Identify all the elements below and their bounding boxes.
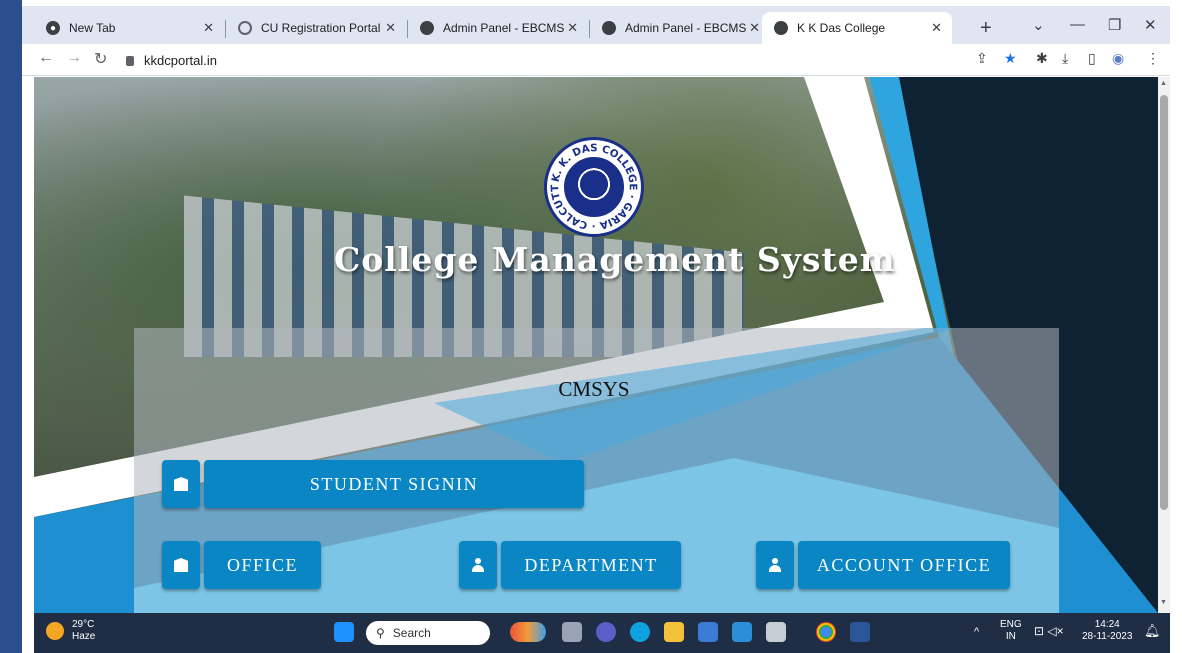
menu-icon[interactable]: ⋮: [1146, 50, 1160, 67]
windows-start-icon[interactable]: [334, 622, 354, 642]
taskbar-search[interactable]: ⚲ Search: [366, 621, 490, 645]
download-icon[interactable]: ⤓: [1062, 50, 1068, 67]
tab-label: Admin Panel - EBCMS: [443, 21, 565, 35]
tab-label: New Tab: [69, 21, 116, 35]
store-icon[interactable]: [698, 622, 718, 642]
tab-cu-registration[interactable]: CU Registration Portal ✕: [226, 12, 406, 44]
widgets-icon[interactable]: [510, 622, 546, 642]
file-explorer-icon[interactable]: [664, 622, 684, 642]
minimize-button[interactable]: —: [1070, 16, 1085, 33]
page-title: College Management System: [334, 240, 896, 279]
tab-label: K K Das College: [797, 21, 886, 35]
close-window-button[interactable]: ✕: [1144, 16, 1157, 34]
tab-label: Admin Panel - EBCMS: [625, 21, 747, 35]
student-signin-button[interactable]: STUDENT SIGNIN: [162, 460, 584, 508]
forward-icon[interactable]: →: [66, 49, 82, 67]
tab-kk-das-college[interactable]: K K Das College ✕: [762, 12, 952, 44]
search-placeholder: Search: [392, 626, 431, 640]
globe-icon: [420, 21, 434, 35]
tab-admin-panel-2[interactable]: Admin Panel - EBCMS ✕: [590, 12, 770, 44]
graduation-cap-icon: [162, 460, 200, 508]
chrome-taskbar-icon[interactable]: [816, 622, 836, 642]
office-button[interactable]: OFFICE: [162, 541, 321, 589]
person-icon: [459, 541, 497, 589]
tab-new-tab[interactable]: ● New Tab ✕: [34, 12, 224, 44]
svg-text:K. K. DAS COLLEGE · GARIA · CA: K. K. DAS COLLEGE · GARIA · CALCUTTA: [547, 140, 639, 232]
college-logo: K. K. DAS COLLEGE · GARIA · CALCUTTA: [544, 137, 644, 237]
department-button[interactable]: DEPARTMENT: [459, 541, 681, 589]
language-indicator[interactable]: ENG IN: [1000, 619, 1022, 643]
tab-search-icon[interactable]: ⌄: [1032, 16, 1045, 34]
screen: ● New Tab ✕ CU Registration Portal ✕ Adm…: [0, 0, 1182, 653]
url-text: kkdcportal.in: [144, 52, 217, 68]
scroll-up-icon[interactable]: ▲: [1160, 80, 1167, 87]
word-icon[interactable]: [850, 622, 870, 642]
mail-icon[interactable]: [732, 622, 752, 642]
page-content: K. K. DAS COLLEGE · GARIA · CALCUTTA Col…: [34, 77, 1158, 613]
tab-label: CU Registration Portal: [261, 21, 381, 35]
reload-icon[interactable]: ↻: [94, 49, 107, 69]
weather-temp: 29°C: [72, 619, 95, 630]
lock-icon: [126, 56, 134, 66]
notification-bell-icon[interactable]: 🔔︎: [1144, 624, 1161, 637]
tray-expand-icon[interactable]: ^: [974, 626, 979, 638]
globe-icon: [602, 21, 616, 35]
side-panel-icon[interactable]: ▯: [1088, 50, 1096, 67]
weather-widget[interactable]: 29°C Haze: [46, 619, 95, 643]
close-icon[interactable]: ✕: [203, 20, 214, 36]
portal-icon: [238, 21, 252, 35]
network-app-icon[interactable]: [766, 622, 786, 642]
department-label: DEPARTMENT: [501, 541, 681, 589]
tab-admin-panel-1[interactable]: Admin Panel - EBCMS ✕: [408, 12, 588, 44]
network-volume-icon[interactable]: ⊡ ◁×: [1034, 625, 1064, 637]
close-icon[interactable]: ✕: [749, 20, 760, 36]
weather-desc: Haze: [72, 631, 96, 642]
graduation-cap-icon: [162, 541, 200, 589]
scroll-down-icon[interactable]: ▼: [1160, 599, 1167, 606]
browser-toolbar: ← → ↻ kkdcportal.in ⇪ ★ ✱ ⤓ ▯ ◉ ⋮: [22, 44, 1170, 76]
account-office-label: ACCOUNT OFFICE: [798, 541, 1010, 589]
profile-avatar[interactable]: ◉: [1112, 50, 1124, 67]
weather-haze-icon: [46, 622, 64, 640]
address-bar[interactable]: kkdcportal.in: [126, 47, 966, 73]
share-icon[interactable]: ⇪: [976, 50, 988, 67]
teams-chat-icon[interactable]: [596, 622, 616, 642]
tab-strip: ● New Tab ✕ CU Registration Portal ✕ Adm…: [22, 6, 1170, 44]
windows-taskbar: 29°C Haze ⚲ Search ^ ENG IN ⊡ ◁× 14:24 2…: [34, 613, 1170, 653]
lang-top: ENG: [1000, 619, 1022, 630]
clock-time: 14:24: [1094, 619, 1120, 630]
back-icon[interactable]: ←: [38, 49, 54, 67]
restore-button[interactable]: ❐: [1108, 16, 1121, 34]
edge-browser-icon[interactable]: [630, 622, 650, 642]
extensions-icon[interactable]: ✱: [1036, 50, 1048, 67]
close-icon[interactable]: ✕: [931, 20, 942, 36]
person-icon: [756, 541, 794, 589]
clock[interactable]: 14:24 28-11-2023: [1082, 619, 1132, 643]
logo-seal: K. K. DAS COLLEGE · GARIA · CALCUTTA: [547, 140, 639, 232]
office-label: OFFICE: [204, 541, 321, 589]
lang-bottom: IN: [1005, 631, 1016, 642]
system-subtitle: CMSYS: [558, 377, 630, 401]
page-scrollbar[interactable]: ▲ ▼: [1158, 77, 1170, 613]
student-signin-label: STUDENT SIGNIN: [204, 460, 584, 508]
new-tab-button[interactable]: +: [980, 18, 992, 38]
close-icon[interactable]: ✕: [567, 20, 578, 36]
chrome-icon: ●: [46, 21, 60, 35]
clock-date: 28-11-2023: [1082, 631, 1133, 642]
close-icon[interactable]: ✕: [385, 20, 396, 36]
globe-icon: [774, 21, 788, 35]
account-office-button[interactable]: ACCOUNT OFFICE: [756, 541, 1010, 589]
desktop-edge: [0, 0, 22, 653]
task-view-icon[interactable]: [562, 622, 582, 642]
search-icon: ⚲: [376, 626, 385, 640]
scroll-thumb[interactable]: [1160, 95, 1168, 510]
bookmark-star-icon[interactable]: ★: [1004, 50, 1017, 67]
